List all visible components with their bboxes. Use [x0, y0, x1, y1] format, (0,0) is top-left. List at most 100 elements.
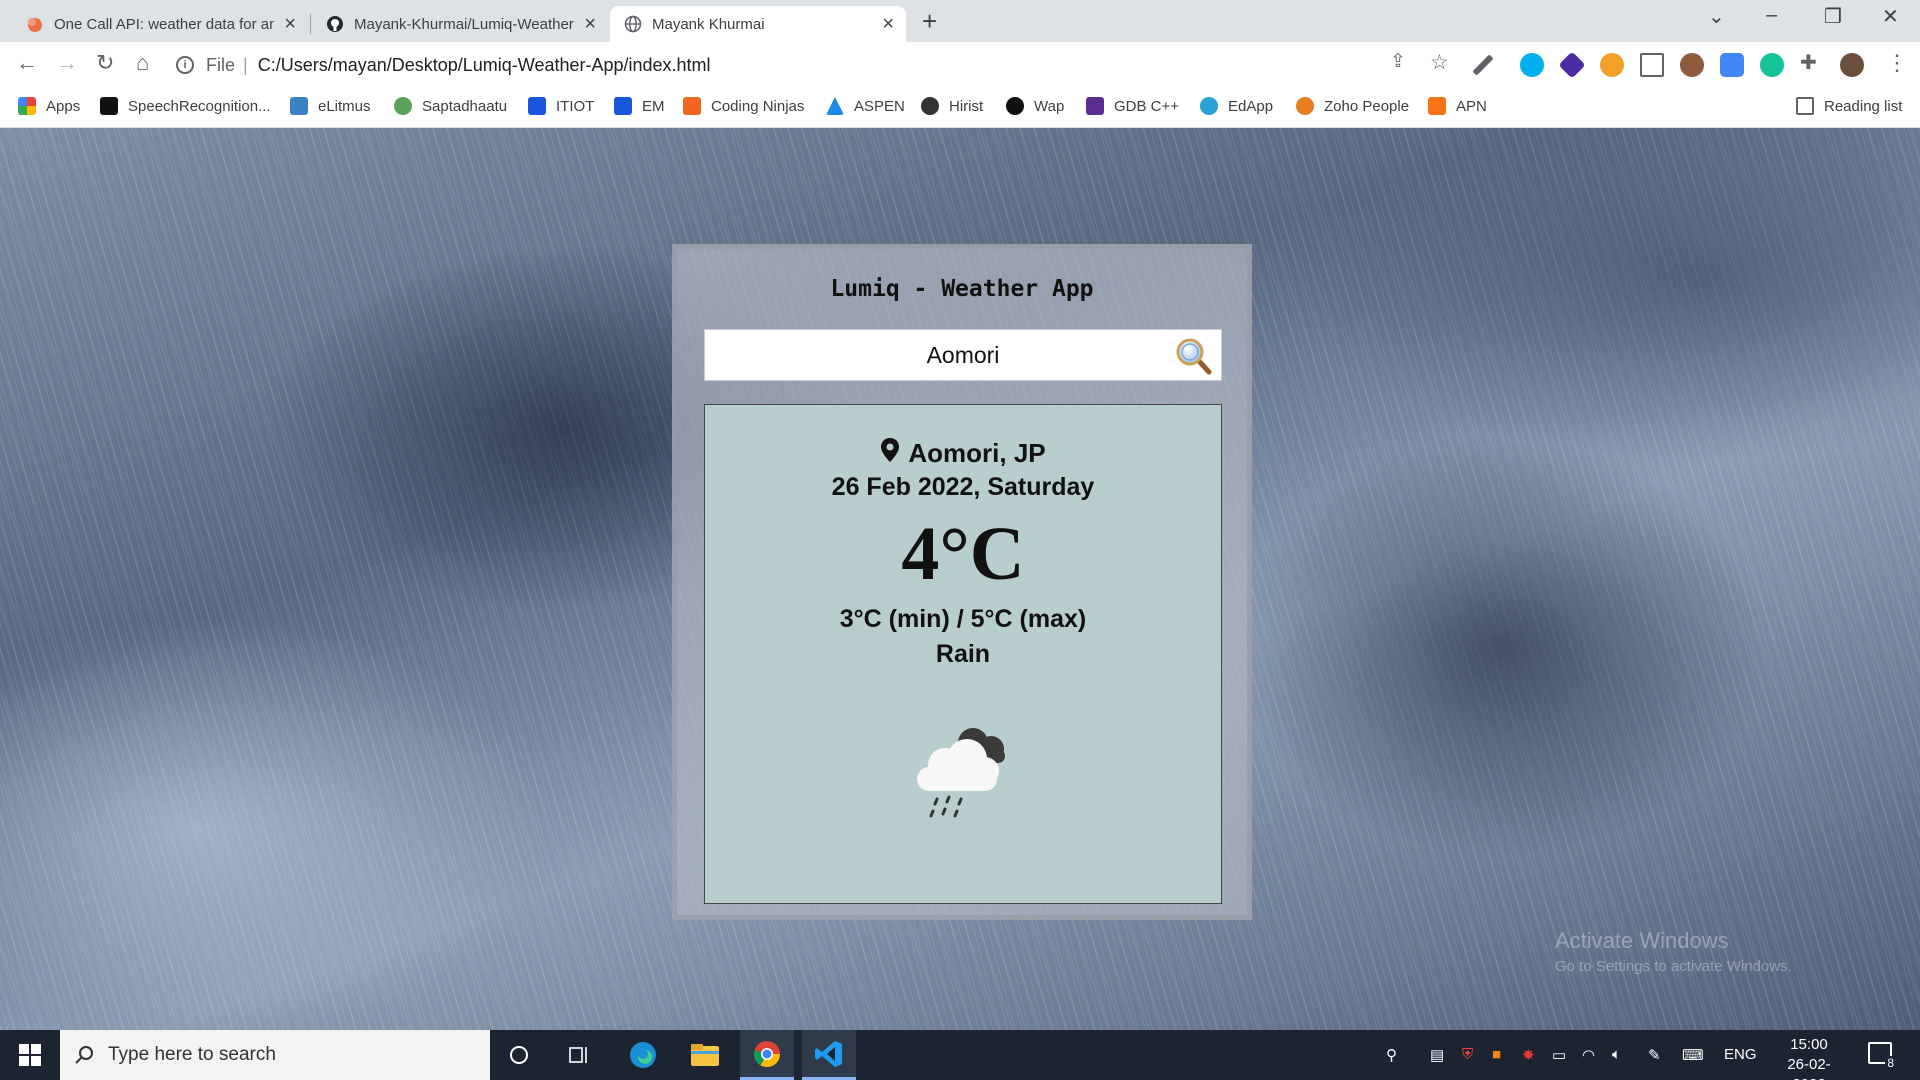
window-close-button[interactable]: ✕ [1882, 4, 1899, 29]
bookmark-hirist[interactable]: Hirist [921, 97, 983, 115]
reading-list-button[interactable]: Reading list [1796, 97, 1902, 115]
close-icon[interactable]: × [882, 13, 894, 36]
bookmark-apps[interactable]: Apps [18, 97, 80, 115]
cookie-extension-icon[interactable] [1680, 53, 1704, 77]
app-tray-icon[interactable]: ■ [1492, 1046, 1501, 1063]
back-arrow-icon[interactable]: ← [16, 50, 38, 76]
app-title: Lumiq - Weather App [830, 276, 1094, 302]
cortana-circle-icon [510, 1046, 528, 1064]
taskbar-search-box[interactable]: Type here to search [60, 1030, 490, 1080]
windows-logo-icon [19, 1044, 41, 1066]
rain-cloud-icon [903, 715, 1023, 825]
wifi-icon[interactable]: ◠ [1582, 1046, 1595, 1064]
location-row: Aomori, JP [705, 437, 1221, 470]
minimize-button[interactable]: – [1766, 4, 1777, 27]
bookmark-saptadhaatu[interactable]: Saptadhaatu [394, 97, 507, 115]
github-icon [326, 15, 344, 33]
reading-list-icon [1796, 97, 1814, 115]
cortana-button[interactable] [492, 1030, 546, 1080]
share-icon[interactable]: ⇪ [1390, 50, 1406, 73]
bookmark-elitmus[interactable]: eLitmus [290, 97, 371, 115]
skype-extension-icon[interactable] [1520, 53, 1544, 77]
bookmark-label: Wap [1034, 97, 1065, 115]
globe-icon [624, 15, 642, 33]
edge-app-button[interactable] [616, 1030, 670, 1080]
battery-icon[interactable]: ▭ [1552, 1046, 1566, 1064]
new-tab-button[interactable]: + [922, 6, 937, 37]
bookmark-aspen[interactable]: ASPEN [826, 97, 905, 115]
people-icon[interactable]: ⚲ [1386, 1046, 1397, 1064]
current-temperature: 4°C [901, 512, 1025, 596]
address-scheme: File [206, 54, 236, 75]
edapp-icon [1200, 97, 1218, 115]
avatar[interactable] [1840, 53, 1864, 77]
system-clock[interactable]: 15:00 26-02-2022 [1776, 1035, 1842, 1080]
task-view-button[interactable] [552, 1030, 606, 1080]
apps-grid-icon [18, 97, 36, 115]
orange-extension-icon[interactable] [1600, 53, 1624, 77]
bookmark-coding-ninjas[interactable]: Coding Ninjas [683, 97, 804, 115]
bookmark-star-icon[interactable]: ☆ [1430, 50, 1449, 75]
pen-icon[interactable]: ✎ [1648, 1046, 1661, 1064]
taskbar-search-placeholder: Type here to search [108, 1044, 276, 1065]
chrome-app-button[interactable] [740, 1030, 794, 1080]
bookmark-apn[interactable]: APN [1428, 97, 1487, 115]
start-button[interactable] [0, 1030, 60, 1080]
bookmark-zoho-people[interactable]: Zoho People [1296, 97, 1409, 115]
bookmark-gdb[interactable]: GDB C++ [1086, 97, 1179, 115]
bookmark-itiot[interactable]: ITIOT [528, 97, 594, 115]
wap-icon [1006, 97, 1024, 115]
bookmark-label: Zoho People [1324, 97, 1410, 115]
shield-tray-icon[interactable]: ⛨ [1462, 1046, 1473, 1063]
bookmark-label: eLitmus [318, 97, 371, 115]
bookmark-label: GDB C++ [1114, 97, 1180, 115]
page-background: Lumiq - Weather App Aomori Aomori, JP 26… [0, 128, 1920, 1030]
language-indicator[interactable]: ENG [1724, 1046, 1757, 1063]
volume-icon[interactable]: 🔈︎ [1612, 1046, 1621, 1063]
watermark-subtitle: Go to Settings to activate Windows. [1555, 958, 1792, 975]
saptadhaatu-icon [394, 97, 412, 115]
city-search-box [704, 329, 1222, 381]
city-search-input[interactable] [705, 330, 1221, 380]
notification-center-icon[interactable]: 8 [1868, 1042, 1896, 1070]
forward-arrow-icon[interactable]: → [56, 50, 78, 76]
openweather-icon [26, 15, 44, 33]
bookmark-em[interactable]: EM [614, 97, 665, 115]
tab-github[interactable]: Mayank-Khurmai/Lumiq-Weather-App × [312, 6, 608, 42]
clock-date: 26-02-2022 [1787, 1056, 1831, 1080]
close-icon[interactable]: × [284, 13, 296, 36]
diamond-extension-icon[interactable] [1558, 51, 1586, 79]
gdb-icon [1086, 97, 1104, 115]
min-max-temperature: 3°C (min) / 5°C (max) [839, 605, 1087, 633]
home-icon[interactable]: ⌂ [136, 50, 149, 76]
translate-extension-icon[interactable] [1720, 53, 1744, 77]
address-url[interactable]: C:/Users/mayan/Desktop/Lumiq-Weather-App… [258, 55, 711, 76]
tab-divider [310, 14, 311, 34]
chevron-down-icon[interactable]: ⌄ [1708, 4, 1725, 29]
triangle-icon [826, 97, 844, 115]
bookmark-wap[interactable]: Wap [1006, 97, 1064, 115]
bookmark-label: EM [642, 97, 665, 115]
grammarly-extension-icon[interactable] [1760, 53, 1784, 77]
tab-openweather[interactable]: One Call API: weather data for any geogr… [12, 6, 308, 42]
map-pin-icon [880, 437, 900, 470]
file-explorer-button[interactable] [678, 1030, 732, 1080]
restore-button[interactable]: ❐ [1824, 4, 1842, 29]
vscode-app-button[interactable] [802, 1030, 856, 1080]
notes-tray-icon[interactable]: ▤ [1430, 1046, 1444, 1064]
puzzle-extensions-icon[interactable]: ✚ [1800, 50, 1817, 75]
info-icon[interactable]: i [176, 56, 194, 74]
antivirus-tray-icon[interactable]: ✸ [1522, 1046, 1535, 1064]
bookmark-speechrecognition[interactable]: SpeechRecognition... [100, 97, 271, 115]
search-button[interactable] [1173, 336, 1215, 376]
address-bar[interactable]: i File | C:/Users/mayan/Desktop/Lumiq-We… [176, 48, 1446, 82]
eyedropper-extension-icon[interactable] [1472, 54, 1494, 76]
search-icon [75, 1046, 93, 1064]
more-menu-icon[interactable]: ⋮ [1886, 50, 1908, 76]
keyboard-icon[interactable]: ⌨ [1682, 1046, 1704, 1064]
cast-icon[interactable] [1640, 53, 1664, 77]
reload-icon[interactable]: ↻ [96, 50, 114, 76]
tab-mayank-khurmai[interactable]: Mayank Khurmai × [610, 6, 906, 42]
close-icon[interactable]: × [584, 13, 596, 36]
bookmark-edapp[interactable]: EdApp [1200, 97, 1273, 115]
